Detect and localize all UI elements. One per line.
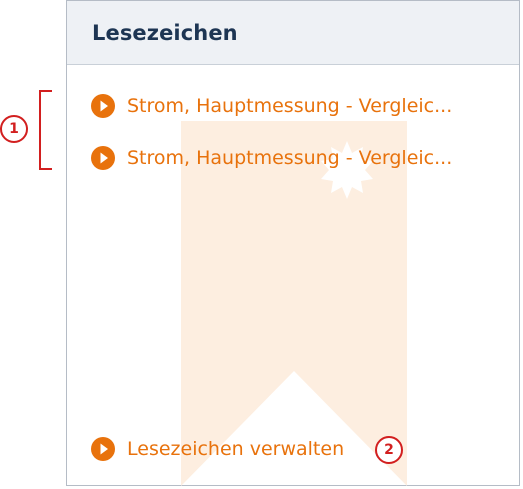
bookmark-link-2[interactable]: Strom, Hauptmessung - Vergleic... — [91, 146, 452, 170]
bookmark-icon — [181, 121, 407, 486]
bookmark-label[interactable]: Strom, Hauptmessung - Vergleic... — [127, 147, 452, 169]
manage-bookmarks-link[interactable]: Lesezeichen verwalten — [91, 437, 344, 461]
bookmark-label[interactable]: Strom, Hauptmessung - Vergleic... — [127, 95, 452, 117]
bookmark-link-1[interactable]: Strom, Hauptmessung - Vergleic... — [91, 94, 452, 118]
play-circle-icon — [91, 437, 115, 461]
manage-bookmarks-label[interactable]: Lesezeichen verwalten — [127, 438, 344, 460]
callout-1-label: 1 — [9, 121, 19, 137]
play-circle-icon — [91, 94, 115, 118]
callout-1: 1 — [0, 115, 28, 143]
panel-header: Lesezeichen — [67, 1, 519, 65]
callout-bracket — [39, 90, 52, 170]
callout-2-label: 2 — [384, 442, 394, 458]
bookmarks-panel: Lesezeichen Strom, Hauptmessung - Vergle… — [66, 0, 520, 486]
play-circle-icon — [91, 146, 115, 170]
callout-2: 2 — [375, 436, 403, 464]
panel-title: Lesezeichen — [92, 20, 238, 45]
